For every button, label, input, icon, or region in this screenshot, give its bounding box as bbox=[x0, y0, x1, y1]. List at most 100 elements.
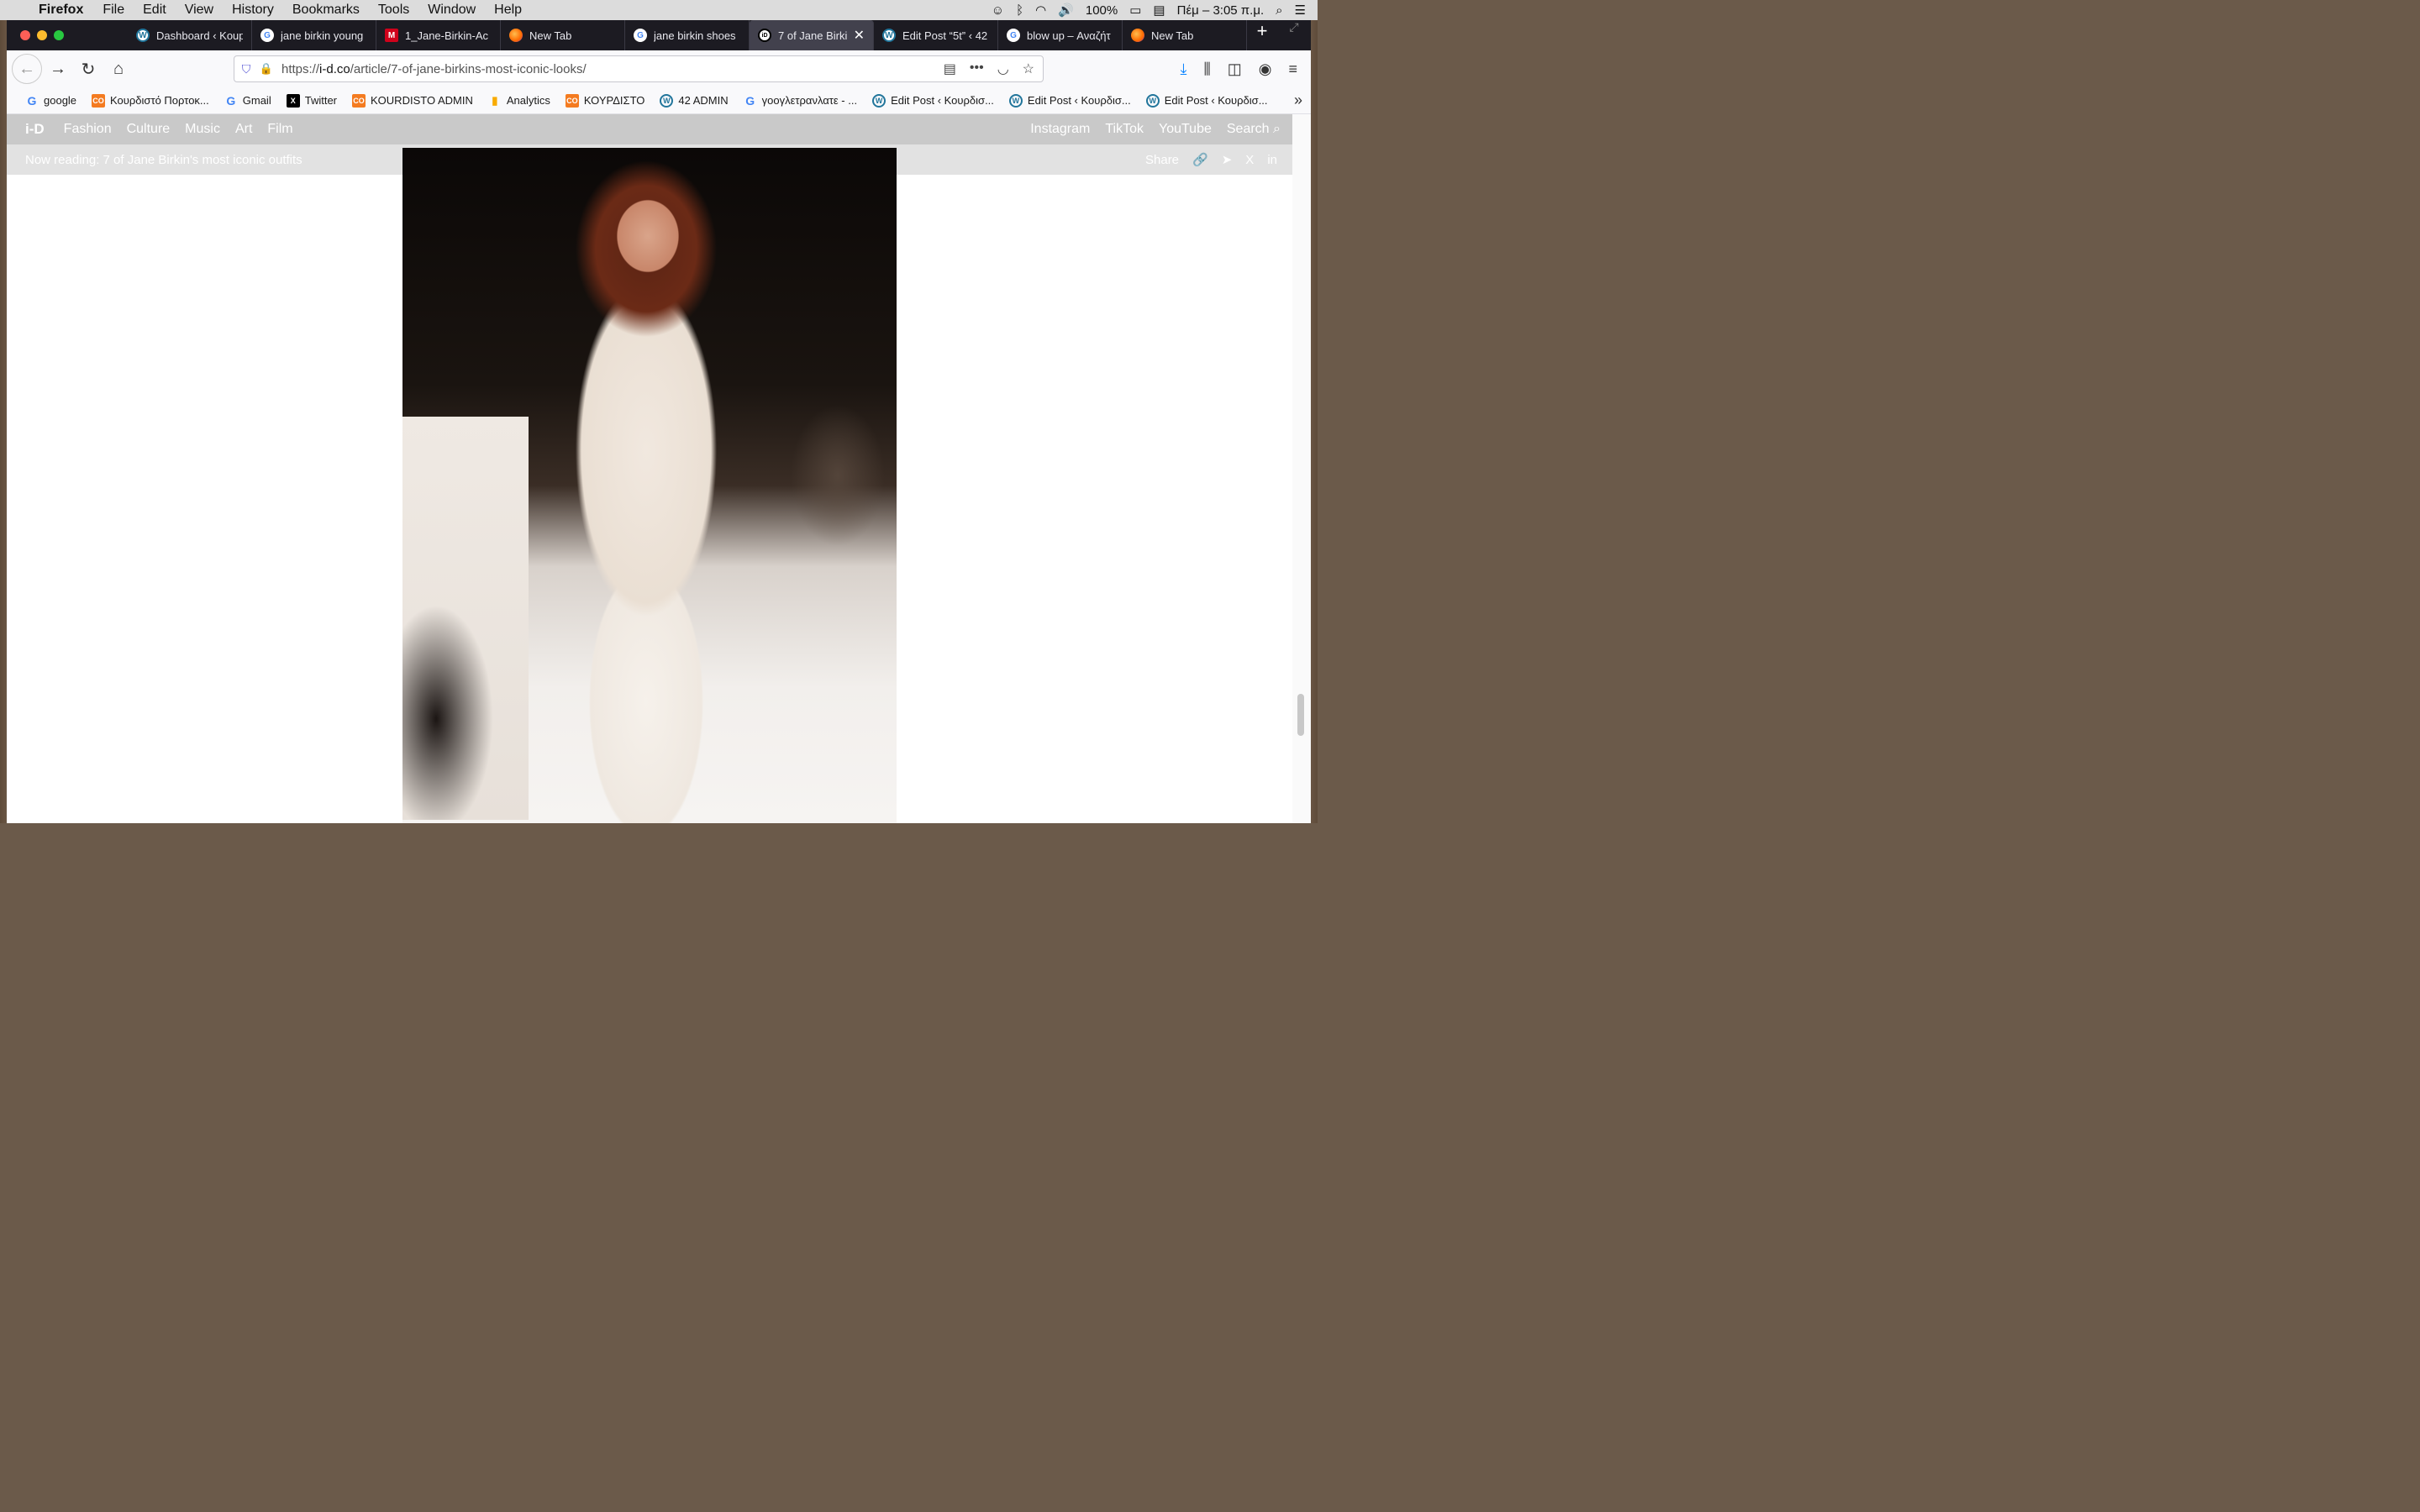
battery-percent: 100% bbox=[1085, 3, 1118, 18]
sidebar-icon[interactable]: ◫ bbox=[1228, 60, 1242, 78]
url-scheme: https:// bbox=[281, 61, 320, 76]
reader-view-icon[interactable]: ▤ bbox=[944, 60, 956, 77]
tab-label: New Tab bbox=[1151, 29, 1194, 42]
menu-window[interactable]: Window bbox=[418, 3, 485, 18]
home-button[interactable]: ⌂ bbox=[104, 55, 133, 83]
copy-link-icon[interactable]: 🔗 bbox=[1192, 152, 1208, 167]
tab-dashboard[interactable]: W Dashboard ‹ Koup bbox=[128, 20, 252, 50]
bookmark-label: Twitter bbox=[304, 94, 338, 107]
bookmark-kourdisto-gr[interactable]: CO ΚΟΥΡΔΙΣΤΟ bbox=[559, 93, 652, 108]
wifi-icon[interactable]: ◠ bbox=[1035, 3, 1046, 18]
back-button[interactable]: ← bbox=[12, 54, 42, 84]
spotlight-search-icon[interactable]: ⌕ bbox=[1276, 3, 1282, 18]
nav-music[interactable]: Music bbox=[177, 122, 228, 137]
nav-instagram[interactable]: Instagram bbox=[1030, 122, 1090, 137]
nav-film[interactable]: Film bbox=[260, 122, 300, 137]
google-icon: G bbox=[226, 93, 236, 108]
bookmark-edit-post-3[interactable]: W Edit Post ‹ Κουρδισ... bbox=[1139, 93, 1275, 108]
menu-edit[interactable]: Edit bbox=[134, 3, 176, 18]
zoom-window-button[interactable] bbox=[54, 30, 64, 40]
page-actions-icon[interactable]: ••• bbox=[970, 60, 984, 77]
bookmark-analytics[interactable]: ▮ Analytics bbox=[481, 94, 557, 108]
menu-file[interactable]: File bbox=[93, 3, 134, 18]
menu-help[interactable]: Help bbox=[485, 3, 531, 18]
bookmark-star-icon[interactable]: ☆ bbox=[1023, 60, 1034, 77]
account-icon[interactable]: ◉ bbox=[1259, 60, 1272, 78]
close-tab-icon[interactable]: ✕ bbox=[854, 27, 865, 44]
tracking-shield-icon[interactable]: ⛉ bbox=[234, 62, 258, 76]
control-center-icon[interactable]: ☰ bbox=[1295, 3, 1306, 18]
tab-jane-birkin-ac[interactable]: M 1_Jane-Birkin-Ac bbox=[376, 20, 501, 50]
menu-view[interactable]: View bbox=[176, 3, 223, 18]
search-button[interactable]: Search ⌕ bbox=[1227, 122, 1281, 137]
tab-label: 1_Jane-Birkin-Ac bbox=[405, 29, 488, 42]
bookmark-label: KOURDISTO ADMIN bbox=[371, 94, 473, 107]
bookmarks-overflow-icon[interactable]: » bbox=[1294, 92, 1302, 109]
nav-art[interactable]: Art bbox=[228, 122, 260, 137]
article-photo bbox=[402, 148, 897, 823]
bookmark-googletranslate[interactable]: Gγοογλετρανλατε - ... bbox=[737, 94, 864, 108]
bluetooth-icon[interactable]: ᛒ bbox=[1016, 3, 1023, 18]
analytics-icon: ▮ bbox=[492, 93, 498, 107]
tab-new-tab-2[interactable]: New Tab bbox=[1123, 20, 1247, 50]
nav-youtube[interactable]: YouTube bbox=[1159, 122, 1212, 137]
bookmark-kourdisto-admin[interactable]: CO KOURDISTO ADMIN bbox=[345, 93, 480, 108]
downloads-icon[interactable]: ⤓ bbox=[1181, 60, 1187, 78]
tab-jane-birkin-shoes[interactable]: G jane birkin shoes bbox=[625, 20, 750, 50]
x-icon: X bbox=[286, 93, 300, 108]
bookmark-edit-post-1[interactable]: W Edit Post ‹ Κουρδισ... bbox=[865, 93, 1001, 108]
tab-new-tab-1[interactable]: New Tab bbox=[501, 20, 625, 50]
close-window-button[interactable] bbox=[20, 30, 30, 40]
flag-us-icon[interactable]: ▤ bbox=[1153, 3, 1165, 18]
menu-history[interactable]: History bbox=[223, 3, 283, 18]
page-scrollbar[interactable] bbox=[1292, 114, 1311, 823]
library-icon[interactable]: ⫼ bbox=[1203, 60, 1210, 78]
reload-button[interactable]: ↻ bbox=[74, 55, 103, 83]
bookmark-twitter[interactable]: X Twitter bbox=[280, 93, 344, 108]
x-share-icon[interactable]: X bbox=[1245, 153, 1254, 167]
kourdisto-icon: CO bbox=[352, 93, 366, 108]
nav-culture[interactable]: Culture bbox=[119, 122, 178, 137]
bookmark-google[interactable]: Ggoogle bbox=[18, 94, 83, 108]
tab-active-article[interactable]: iD 7 of Jane Birkin ✕ bbox=[750, 20, 874, 50]
lock-icon[interactable]: 🔒 bbox=[258, 62, 275, 76]
nav-tiktok[interactable]: TikTok bbox=[1105, 122, 1144, 137]
expand-icon[interactable]: ⤢ bbox=[1277, 20, 1311, 50]
share-label: Share bbox=[1145, 152, 1180, 167]
bookmark-label: google bbox=[44, 94, 77, 107]
nav-fashion[interactable]: Fashion bbox=[56, 122, 119, 137]
bookmark-42-admin[interactable]: W 42 ADMIN bbox=[653, 93, 734, 108]
menu-app-name[interactable]: Firefox bbox=[37, 3, 93, 18]
site-logo[interactable]: i-D bbox=[7, 121, 56, 138]
scrollbar-thumb[interactable] bbox=[1297, 694, 1304, 736]
new-tab-button[interactable]: + bbox=[1247, 20, 1277, 50]
pocket-icon[interactable]: ◡ bbox=[997, 60, 1009, 77]
linkedin-icon[interactable]: in bbox=[1267, 153, 1277, 167]
telegram-icon[interactable]: ➤ bbox=[1222, 152, 1233, 167]
menu-bookmarks[interactable]: Bookmarks bbox=[283, 3, 369, 18]
bookmark-edit-post-2[interactable]: W Edit Post ‹ Κουρδισ... bbox=[1002, 93, 1138, 108]
bookmark-label: Gmail bbox=[242, 94, 271, 107]
bookmark-kourdisto[interactable]: CO Κουρδιστό Πορτοκ... bbox=[85, 93, 216, 108]
menu-tools[interactable]: Tools bbox=[369, 3, 418, 18]
tab-blow-up[interactable]: G blow up – Αναζήτ bbox=[998, 20, 1123, 50]
status-face-icon[interactable]: ☺ bbox=[992, 3, 1004, 18]
now-reading-text: Now reading: 7 of Jane Birkin's most ico… bbox=[25, 152, 302, 167]
browser-window: W Dashboard ‹ Koup G jane birkin young M… bbox=[7, 20, 1311, 823]
bookmark-label: Κουρδιστό Πορτοκ... bbox=[110, 94, 209, 107]
minimize-window-button[interactable] bbox=[37, 30, 47, 40]
url-text[interactable]: https://i-d.co/article/7-of-jane-birkins… bbox=[275, 62, 944, 76]
url-bar[interactable]: ⛉ 🔒 https://i-d.co/article/7-of-jane-bir… bbox=[234, 55, 1044, 82]
tab-edit-post[interactable]: W Edit Post “5t” ‹ 42 bbox=[874, 20, 998, 50]
forward-button[interactable]: → bbox=[44, 55, 72, 83]
bookmark-label: Edit Post ‹ Κουρδισ... bbox=[891, 94, 994, 107]
tabs: W Dashboard ‹ Koup G jane birkin young M… bbox=[108, 20, 1311, 50]
m-icon: M bbox=[385, 29, 398, 42]
hamburger-menu-icon[interactable]: ≡ bbox=[1288, 60, 1297, 78]
volume-icon[interactable]: 🔊 bbox=[1058, 3, 1074, 18]
tab-jane-birkin-young[interactable]: G jane birkin young bbox=[252, 20, 376, 50]
bookmark-gmail[interactable]: G Gmail bbox=[218, 94, 278, 108]
battery-icon[interactable]: ▭ bbox=[1129, 3, 1141, 18]
bookmark-label: γοογλετρανλατε - ... bbox=[761, 94, 858, 107]
menubar-clock[interactable]: Πέμ – 3:05 π.μ. bbox=[1177, 3, 1265, 18]
